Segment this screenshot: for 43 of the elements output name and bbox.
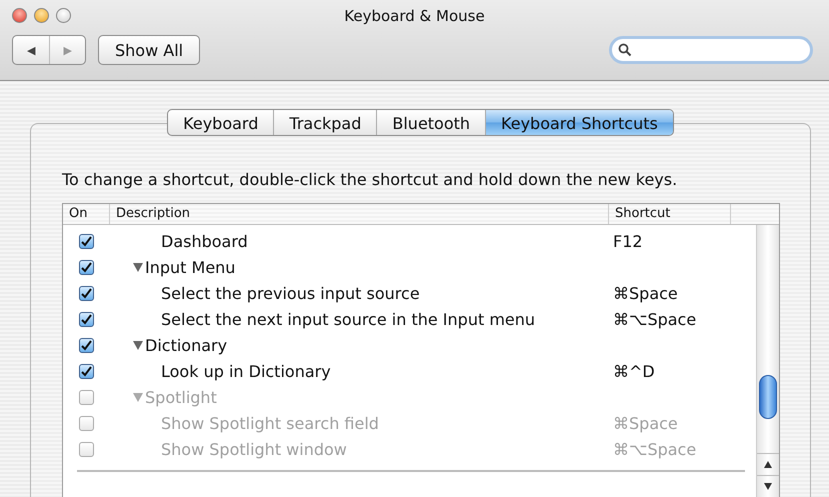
shortcut-keys[interactable]: ⌘^D bbox=[609, 362, 655, 380]
shortcut-keys[interactable]: ⌘⌥Space bbox=[609, 310, 696, 328]
tab[interactable]: Keyboard Shortcuts bbox=[485, 110, 673, 135]
search-icon bbox=[618, 43, 632, 57]
shortcut-description: Show Spotlight search field bbox=[161, 414, 379, 432]
show-all-button[interactable]: Show All bbox=[98, 35, 200, 65]
checkbox[interactable] bbox=[79, 286, 94, 300]
column-header[interactable]: Description bbox=[110, 204, 609, 224]
scroll-thumb[interactable] bbox=[759, 375, 777, 419]
zoom-button[interactable] bbox=[56, 8, 71, 23]
disclosure-triangle-icon[interactable] bbox=[133, 340, 143, 350]
search-field[interactable] bbox=[609, 36, 813, 64]
shortcut-description: Select the previous input source bbox=[161, 284, 420, 302]
instruction-text: To change a shortcut, double-click the shortcut and hold down the new keys. bbox=[62, 170, 678, 189]
shortcut-description: Dashboard bbox=[161, 232, 248, 250]
tab[interactable]: Keyboard bbox=[168, 110, 274, 135]
checkbox[interactable] bbox=[79, 442, 94, 456]
minimize-button[interactable] bbox=[34, 8, 49, 23]
checkbox[interactable] bbox=[79, 338, 94, 352]
disclosure-triangle-icon[interactable] bbox=[133, 262, 143, 272]
down-arrow-icon bbox=[764, 482, 772, 490]
group-label: Spotlight bbox=[145, 388, 217, 406]
checkbox[interactable] bbox=[79, 312, 94, 326]
group-label: Dictionary bbox=[145, 336, 228, 354]
shortcut-description: Show Spotlight window bbox=[161, 440, 347, 458]
group-label: Input Menu bbox=[145, 258, 236, 276]
checkbox[interactable] bbox=[79, 234, 94, 248]
back-button[interactable]: ◀ bbox=[13, 36, 49, 64]
close-button[interactable] bbox=[12, 8, 27, 23]
shortcut-keys[interactable]: F12 bbox=[609, 232, 643, 250]
shortcut-keys[interactable]: ⌘Space bbox=[609, 284, 678, 302]
shortcut-description: Look up in Dictionary bbox=[161, 362, 331, 380]
tab[interactable]: Trackpad bbox=[273, 110, 376, 135]
window-title: Keyboard & Mouse bbox=[344, 7, 485, 25]
up-arrow-icon bbox=[764, 460, 772, 468]
column-header[interactable]: On bbox=[63, 204, 110, 224]
checkbox[interactable] bbox=[79, 416, 94, 430]
checkbox[interactable] bbox=[79, 390, 94, 404]
shortcut-description: Select the next input source in the Input menu bbox=[161, 310, 536, 328]
scrollbar[interactable] bbox=[756, 225, 779, 497]
checkbox[interactable] bbox=[79, 260, 94, 274]
checkbox[interactable] bbox=[79, 364, 94, 378]
column-header[interactable]: Shortcut bbox=[609, 204, 731, 224]
